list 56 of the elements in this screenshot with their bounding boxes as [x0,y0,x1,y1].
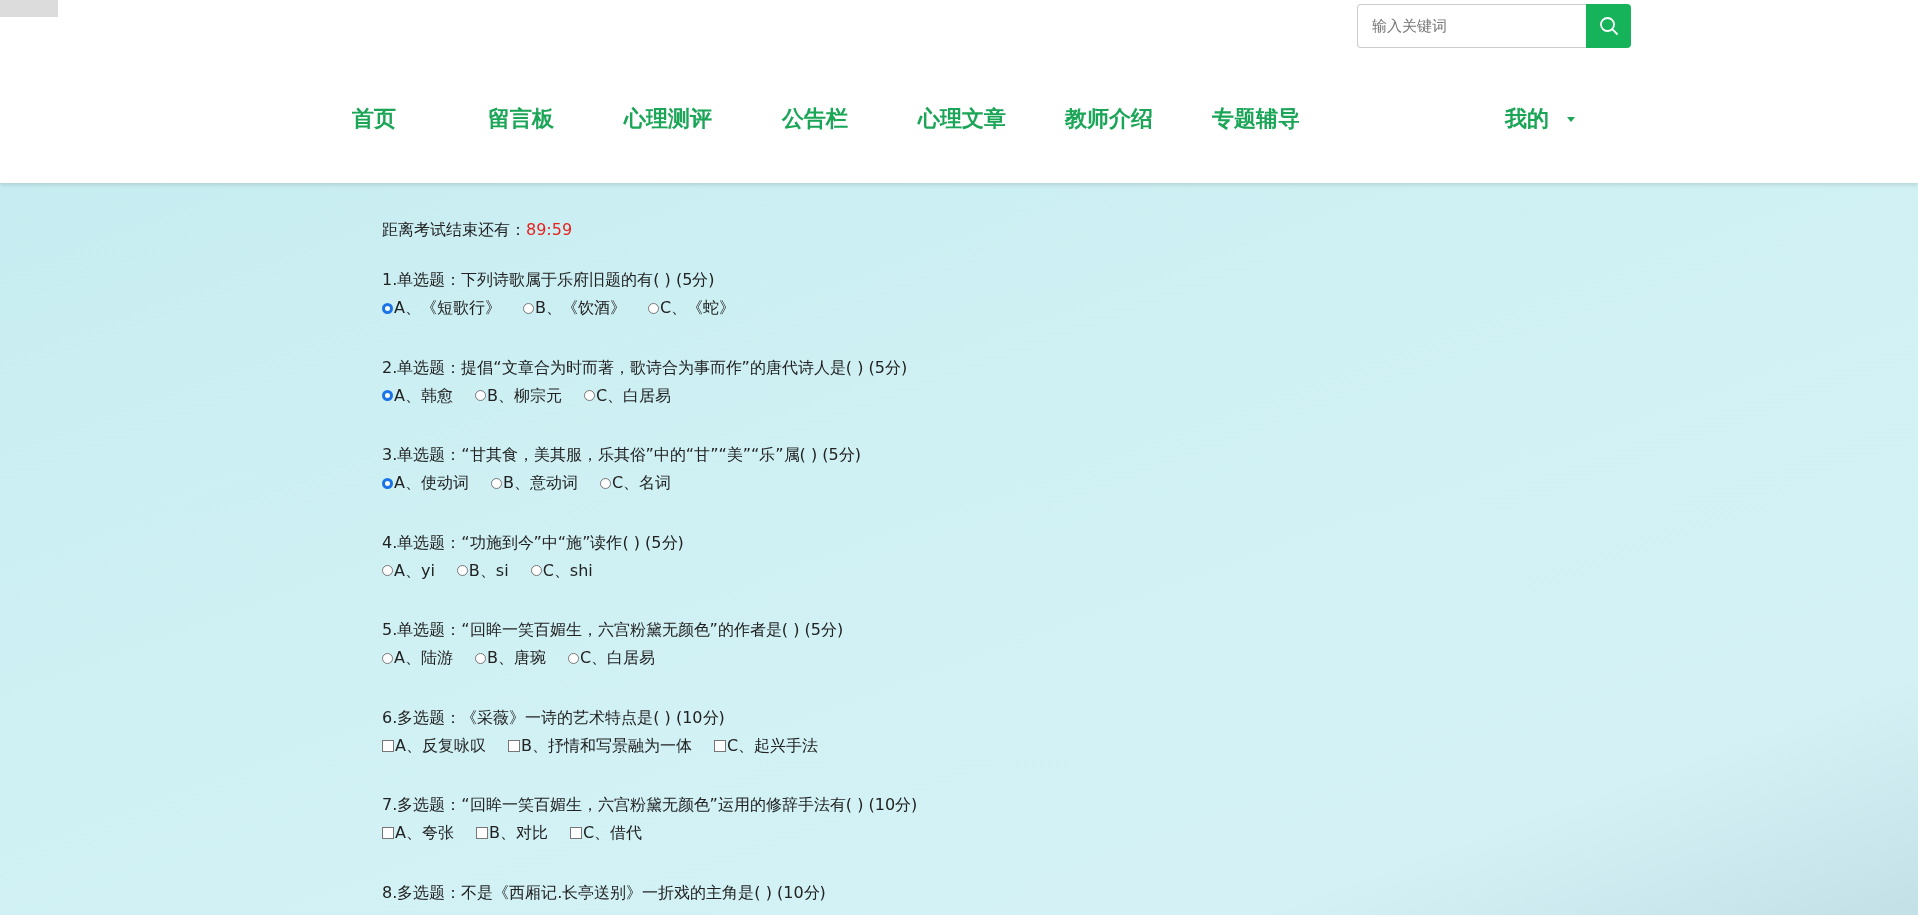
radio-button[interactable] [522,302,534,314]
search-button[interactable] [1586,4,1631,48]
radio-button[interactable] [474,390,486,401]
radio-button[interactable] [567,652,579,664]
search-field[interactable]: 输入关键词 [1357,4,1586,48]
checkbox[interactable] [569,827,582,839]
checkbox[interactable] [382,739,394,752]
option-label[interactable]: B、si [468,559,509,582]
option-label[interactable]: C、起兴手法 [726,734,819,757]
timer-value: 89:59 [526,220,573,239]
checkbox[interactable] [382,827,394,839]
checkbox[interactable] [475,827,488,839]
radio-button[interactable] [490,477,502,489]
option-label[interactable]: C、名词 [611,472,672,494]
question-text: 1.单选题：下列诗歌属于乐府旧题的有( ) (5分) [382,269,716,291]
option-label[interactable]: B、唐琬 [486,647,546,669]
caret-icon [1567,116,1575,122]
option-label[interactable]: A、使动词 [394,472,469,494]
radio-button[interactable] [474,652,486,664]
radio-button[interactable] [530,565,542,576]
radio-button[interactable] [382,652,393,664]
question-text: 3.单选题：“甘其食，美其服，乐其俗”中的“甘”“美”“乐”属( ) (5分) [382,444,862,466]
question-text: 5.单选题：“回眸一笑百媚生，六宫粉黛无颜色”的作者是( ) (5分) [382,619,845,641]
question-text: 4.单选题：“功施到今”中“施”读作( ) (5分) [382,531,685,554]
radio-button[interactable] [382,302,393,314]
timer-label: 距离考试结束还有： [382,220,526,239]
option-label[interactable]: B、柳宗元 [486,384,562,407]
option-label[interactable]: A、《短歌行》 [394,297,501,319]
option-label[interactable]: A、陆游 [394,647,453,669]
option-label[interactable]: B、《饮酒》 [534,297,626,319]
question-text: 2.单选题：提倡“文章合为时而著，歌诗合为事而作”的唐代诗人是( ) (5分) [382,356,909,379]
checkbox[interactable] [713,739,726,752]
radio-button[interactable] [647,302,659,314]
option-label[interactable]: A、夸张 [395,822,454,844]
radio-button[interactable] [382,565,393,576]
option-label[interactable]: C、借代 [582,822,643,844]
radio-button[interactable] [382,390,393,401]
option-label[interactable]: B、对比 [488,822,548,844]
question-text: 8.多选题：不是《西厢记.长亭送别》一折戏的主角是( ) (10分) [382,881,827,904]
option-label[interactable]: C、白居易 [579,647,656,669]
option-label[interactable]: A、韩愈 [394,384,453,407]
question-text: 7.多选题：“回眸一笑百媚生，六宫粉黛无颜色”运用的修辞手法有( ) (10分) [382,794,919,816]
option-label[interactable]: C、白居易 [595,384,672,407]
checkbox[interactable] [507,739,520,752]
question-text: 6.多选题：《采薇》一诗的艺术特点是( ) (10分) [382,706,726,729]
option-label[interactable]: A、反复咏叹 [395,734,486,757]
radio-button[interactable] [456,565,468,576]
radio-button[interactable] [382,477,393,489]
option-label[interactable]: C、《蛇》 [659,297,736,319]
search-icon [1598,16,1619,36]
radio-button[interactable] [599,477,611,489]
option-label[interactable]: B、抒情和写景融为一体 [520,734,692,757]
option-label[interactable]: B、意动词 [502,472,578,494]
radio-button[interactable] [583,390,595,401]
option-label[interactable]: A、yi [394,559,435,582]
option-label[interactable]: C、shi [542,559,593,582]
